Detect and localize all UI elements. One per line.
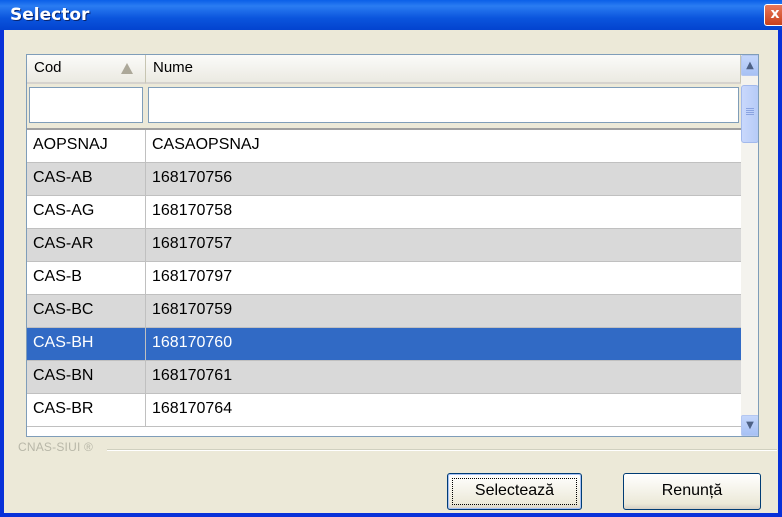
column-header-cod-label: Cod bbox=[34, 59, 62, 76]
sort-ascending-icon bbox=[121, 63, 133, 74]
table-row[interactable]: CAS-BN 168170761 bbox=[27, 361, 741, 394]
table-row[interactable]: CAS-AG 168170758 bbox=[27, 196, 741, 229]
cell-cod: AOPSNAJ bbox=[27, 130, 146, 163]
cell-cod: CAS-BN bbox=[27, 361, 146, 394]
cell-cod: CAS-AR bbox=[27, 229, 146, 262]
vertical-scrollbar[interactable]: ▲ ▼ bbox=[741, 55, 758, 436]
scroll-up-icon[interactable]: ▲ bbox=[741, 55, 758, 76]
branding-label: CNAS-SIUI ® bbox=[18, 440, 94, 454]
column-header-nume-label: Nume bbox=[153, 59, 194, 76]
table-row[interactable]: CAS-BH 168170760 bbox=[27, 328, 741, 361]
cancel-button[interactable]: Renunță bbox=[623, 473, 761, 510]
cell-nume: 168170764 bbox=[146, 394, 741, 427]
data-grid[interactable]: Cod Nume AOPSNAJ CASAOPSNAJ CAS-AB 16817075… bbox=[26, 54, 759, 437]
dialog-body: Cod Nume AOPSNAJ CASAOPSNAJ CAS-AB 16817075… bbox=[4, 30, 782, 513]
table-row[interactable]: CAS-BR 168170764 bbox=[27, 394, 741, 427]
grid-header: Cod Nume bbox=[27, 55, 741, 130]
table-row[interactable]: CAS-AB 168170756 bbox=[27, 163, 741, 196]
cell-nume: CASAOPSNAJ bbox=[146, 130, 741, 163]
cell-cod: CAS-B bbox=[27, 262, 146, 295]
grip-icon bbox=[746, 108, 754, 109]
select-button[interactable]: Selectează bbox=[447, 473, 582, 510]
filter-nume-input[interactable] bbox=[148, 87, 739, 123]
close-icon[interactable]: x bbox=[764, 4, 782, 26]
grid-rows: AOPSNAJ CASAOPSNAJ CAS-AB 168170756 CAS-AG 16… bbox=[27, 130, 741, 427]
cell-nume: 168170757 bbox=[146, 229, 741, 262]
cell-cod: CAS-BC bbox=[27, 295, 146, 328]
scroll-thumb[interactable] bbox=[741, 85, 758, 143]
cell-nume: 168170761 bbox=[146, 361, 741, 394]
title-bar[interactable]: Selector x bbox=[0, 0, 782, 30]
cell-cod: CAS-AG bbox=[27, 196, 146, 229]
cell-nume: 168170797 bbox=[146, 262, 741, 295]
focus-rect bbox=[452, 478, 577, 505]
table-row[interactable]: AOPSNAJ CASAOPSNAJ bbox=[27, 130, 741, 163]
cell-cod: CAS-BH bbox=[27, 328, 146, 361]
table-row[interactable]: CAS-AR 168170757 bbox=[27, 229, 741, 262]
cell-nume: 168170756 bbox=[146, 163, 741, 196]
window-title: Selector bbox=[10, 5, 90, 25]
cell-nume: 168170758 bbox=[146, 196, 741, 229]
cancel-button-label: Renunță bbox=[661, 482, 723, 499]
scroll-down-icon[interactable]: ▼ bbox=[741, 415, 758, 436]
selector-window: Selector x Cod Nume AOPSNAJ CASAOPSNAJ CAS… bbox=[0, 0, 782, 517]
cell-nume: 168170760 bbox=[146, 328, 741, 361]
window-border-bottom bbox=[0, 513, 782, 517]
cell-nume: 168170759 bbox=[146, 295, 741, 328]
cell-cod: CAS-BR bbox=[27, 394, 146, 427]
table-row[interactable]: CAS-BC 168170759 bbox=[27, 295, 741, 328]
filter-cod-input[interactable] bbox=[29, 87, 143, 123]
group-separator bbox=[107, 449, 777, 451]
column-header-nume[interactable]: Nume bbox=[146, 55, 741, 84]
window-border-right bbox=[778, 30, 782, 517]
cell-cod: CAS-AB bbox=[27, 163, 146, 196]
column-header-cod[interactable]: Cod bbox=[27, 55, 146, 84]
table-row[interactable]: CAS-B 168170797 bbox=[27, 262, 741, 295]
